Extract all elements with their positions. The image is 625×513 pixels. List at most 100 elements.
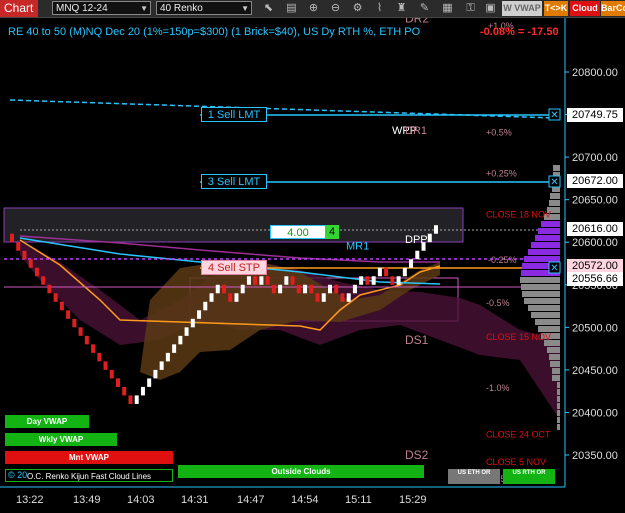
renko-brick <box>190 318 195 328</box>
time-label: 14:47 <box>237 494 265 506</box>
volume-profile-bar <box>553 165 560 171</box>
chart-header: RE 40 to 50 (M)NQ Dec 20 (1%=150p=$300) … <box>8 26 421 38</box>
renko-brick <box>352 284 357 294</box>
templates-icon[interactable]: ▦ <box>441 2 454 15</box>
lock-icon[interactable]: ⚿ <box>464 2 477 15</box>
renko-brick <box>109 369 114 379</box>
volume-profile-bar <box>557 396 560 402</box>
time-label: 14:54 <box>291 494 319 506</box>
outside-clouds-pill[interactable]: Outside Clouds <box>178 465 424 478</box>
renko-brick <box>278 284 283 294</box>
renko-brick <box>303 284 308 294</box>
cursor-icon[interactable]: ⬉ <box>262 2 275 15</box>
level-label: DR1 <box>405 125 427 137</box>
tk-button[interactable]: T<>K <box>544 1 568 16</box>
chart-menu-button[interactable]: Chart <box>0 0 38 17</box>
renko-brick <box>128 395 133 404</box>
renko-brick <box>215 284 220 294</box>
renko-brick <box>72 318 77 328</box>
renko-brick <box>246 276 251 285</box>
y-tick-label: 20650.00 <box>572 195 618 207</box>
renko-brick <box>153 369 158 379</box>
volume-profile-bar <box>524 298 560 304</box>
renko-brick <box>34 267 39 277</box>
time-label: 13:22 <box>16 494 44 506</box>
renko-brick <box>321 293 326 302</box>
renko-brick <box>402 267 407 277</box>
renko-brick <box>84 335 89 345</box>
renko-kijun-cloud-lines-pill[interactable]: O.C. Renko Kijun Fast Cloud Lines <box>5 469 173 482</box>
level-labels: DR2+1.0%WPPDR1 +0.5%+0.25%CLOSE 18 NOVDPP… <box>346 18 551 484</box>
renko-brick <box>365 276 370 285</box>
level-label: CLOSE 24 OCT <box>486 430 551 440</box>
copyright: © 20 <box>8 470 28 480</box>
renko-brick <box>66 310 71 319</box>
time-label: 15:11 <box>345 494 372 506</box>
wkly-vwap-pill[interactable]: Wkly VWAP <box>5 433 117 446</box>
renko-brick <box>315 293 320 302</box>
renko-brick <box>53 293 58 302</box>
time-label: 15:29 <box>399 494 427 506</box>
volume-profile-bar <box>521 284 560 290</box>
us-rth-or-pill[interactable]: US RTH OR <box>503 469 555 484</box>
renko-brick <box>346 293 351 302</box>
volume-profile-bar <box>552 375 560 381</box>
zoom-out-icon[interactable]: ⊖ <box>329 2 342 15</box>
volume-profile-bar <box>535 319 560 325</box>
price-marker: 20572.00 <box>567 259 623 274</box>
renko-brick <box>28 259 33 268</box>
level-label: -1.0% <box>486 383 510 393</box>
volume-profile-bar <box>557 417 560 423</box>
renko-brick <box>159 361 164 370</box>
day-vwap-pill[interactable]: Day VWAP <box>5 415 89 428</box>
volume-profile-bar <box>522 291 560 297</box>
renko-brick <box>122 386 127 396</box>
order-label-sell-stp-4[interactable]: 4 Sell STP <box>201 260 267 275</box>
barco-button[interactable]: BarCo <box>601 1 625 16</box>
renko-brick <box>377 267 382 277</box>
mnt-vwap-pill[interactable]: Mnt VWAP <box>5 451 173 464</box>
order-label-sell-lmt-1[interactable]: 1 Sell LMT <box>201 107 267 122</box>
instrument-selector[interactable]: MNQ 12-24 ▼ <box>52 1 151 15</box>
zoom-in-icon[interactable]: ⊕ <box>307 2 320 15</box>
unrealized-pnl: -0.08% = -17.50 <box>480 26 559 38</box>
renko-brick <box>271 284 276 294</box>
order-label-sell-lmt-3[interactable]: 3 Sell LMT <box>201 174 267 189</box>
us-eth-or-pill[interactable]: US ETH OR <box>448 469 500 484</box>
position-price[interactable]: 4.00 <box>270 225 326 239</box>
volume-profile-bar <box>535 235 560 241</box>
level-label: DS2 <box>405 448 429 462</box>
renko-brick <box>59 301 64 311</box>
renko-brick <box>228 293 233 302</box>
time-label: 13:49 <box>73 494 101 506</box>
level-label: -0.5% <box>486 298 510 308</box>
w-vwap-button[interactable]: W VWAP <box>502 1 542 16</box>
cloud-button[interactable]: Cloud <box>570 1 600 16</box>
volume-profile-bar <box>549 200 560 206</box>
renko-brick <box>396 276 401 285</box>
renko-brick <box>390 276 395 285</box>
y-tick-label: 20450.00 <box>572 365 618 377</box>
renko-brick <box>334 284 339 294</box>
close-icon: ✕ <box>550 263 558 274</box>
renko-brick <box>116 378 120 387</box>
renko-brick <box>209 293 214 302</box>
renko-brick <box>134 395 139 404</box>
volume-profile-bar <box>531 242 560 248</box>
renko-brick <box>10 233 14 243</box>
volume-profile-bar <box>549 354 560 360</box>
bar-type-selector[interactable]: 40 Renko ▼ <box>156 1 252 15</box>
window-linking-icon[interactable]: ▣ <box>484 2 497 15</box>
properties-icon[interactable]: ⚙ <box>351 2 364 15</box>
volume-profile-bar <box>528 249 560 255</box>
volume-profile-bar <box>552 368 560 374</box>
indicators-icon[interactable]: ⌇ <box>373 2 386 15</box>
data-box-icon[interactable]: ▤ <box>285 2 298 15</box>
renko-brick <box>103 361 108 370</box>
level-label: -0.25% <box>488 255 517 265</box>
level-label: CLOSE 5 NOV <box>486 457 546 467</box>
renko-brick <box>384 267 389 277</box>
drawing-tools-icon[interactable]: ✎ <box>418 2 431 15</box>
close-icon: ✕ <box>550 110 558 121</box>
strategies-icon[interactable]: ♜ <box>395 2 408 15</box>
